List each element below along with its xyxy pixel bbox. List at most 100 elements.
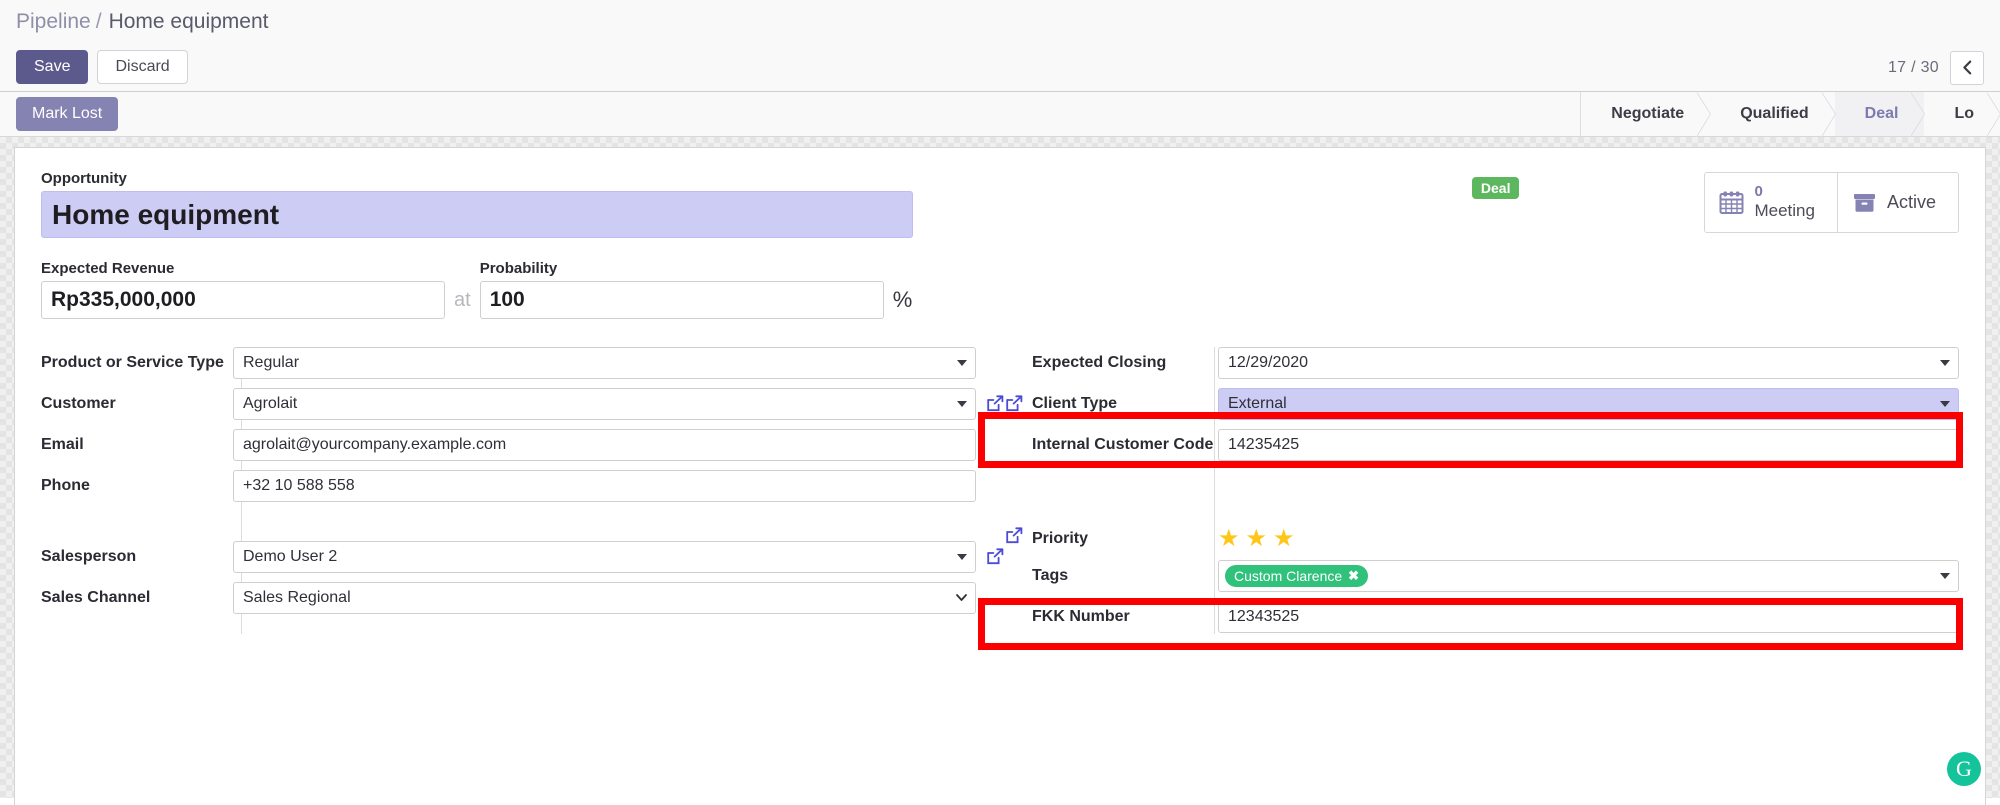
field-row-client-type: Client Type (1006, 388, 1959, 420)
discard-button[interactable]: Discard (97, 50, 188, 84)
at-conjunction: at (454, 289, 471, 311)
priority-external-link-icon[interactable] (1006, 527, 1023, 544)
field-row-phone: Phone (41, 470, 976, 502)
star-icon[interactable]: ★ (1218, 527, 1240, 551)
form-column-left: Product or Service Type Customer (41, 347, 1004, 642)
priority-control: ★ ★ ★ (1218, 523, 1959, 551)
email-input[interactable] (233, 429, 976, 461)
stage-label: Negotiate (1611, 105, 1685, 122)
breadcrumb-root-link[interactable]: Pipeline (16, 10, 91, 34)
product-type-select[interactable] (233, 347, 976, 379)
pager-count: 17 / 30 (1887, 58, 1939, 76)
field-row-salesperson: Salesperson (41, 541, 1004, 573)
stage-lost[interactable]: Lo (1924, 92, 2000, 137)
phone-input[interactable] (233, 470, 976, 502)
form-columns: Product or Service Type Customer (41, 347, 1959, 642)
internal-customer-code-input[interactable] (1218, 429, 1959, 461)
probability-label: Probability (479, 260, 558, 277)
tag-remove-icon[interactable]: ✖ (1348, 568, 1359, 584)
salesperson-label: Salesperson (41, 548, 137, 565)
save-button[interactable]: Save (16, 50, 89, 84)
fkk-number-input[interactable] (1218, 601, 1959, 633)
sales-channel-select[interactable] (233, 582, 976, 614)
tag-chip[interactable]: Custom Clarence ✖ (1225, 565, 1369, 587)
fkk-number-label: FKK Number (1032, 608, 1130, 625)
mark-lost-button[interactable]: Mark Lost (16, 97, 119, 131)
right-column-spacer (1018, 467, 1959, 523)
expected-revenue-label: Expected Revenue (41, 260, 175, 277)
customer-label: Customer (41, 395, 116, 412)
customer-select[interactable] (233, 388, 976, 420)
tags-input[interactable]: Custom Clarence ✖ (1218, 560, 1959, 592)
phone-label: Phone (41, 477, 90, 494)
breadcrumb-bar: Pipeline / Home equipment (0, 0, 2000, 43)
stage-label: Deal (1864, 105, 1899, 122)
pipeline-stage-bar: Negotiate Qualified Deal Lo (1580, 92, 2000, 137)
pager-previous-button[interactable] (1950, 50, 1984, 85)
stage-label: Qualified (1740, 105, 1809, 122)
field-row-sales-channel: Sales Channel (41, 582, 976, 614)
breadcrumb-current: Home equipment (108, 9, 269, 33)
field-row-tags: Tags Custom Clarence ✖ (1018, 560, 1959, 592)
tags-control: Custom Clarence ✖ (1218, 560, 1959, 592)
field-row-product-type: Product or Service Type (41, 347, 976, 379)
grammarly-icon[interactable]: G (1947, 752, 1981, 786)
star-icon[interactable]: ★ (1273, 527, 1295, 551)
fkk-number-control (1218, 601, 1959, 633)
status-badge: Deal (1471, 177, 1520, 199)
tag-chip-label: Custom Clarence (1234, 568, 1343, 584)
meeting-count: 0 (1754, 183, 1763, 200)
stage-qualified[interactable]: Qualified (1710, 92, 1837, 137)
client-type-label: Client Type (1032, 395, 1118, 412)
sheet-header-right: Deal 0 Meeting Active (1471, 170, 1959, 233)
star-icon[interactable]: ★ (1246, 527, 1268, 551)
customer-control (233, 388, 1004, 420)
expected-closing-input[interactable] (1218, 347, 1959, 379)
revenue-row: Expected Revenue at Probability % (41, 260, 1959, 319)
opportunity-title-group: Opportunity (41, 170, 913, 238)
percent-symbol: % (892, 287, 913, 312)
status-bar: Mark Lost Negotiate Qualified Deal Lo (0, 92, 2000, 137)
control-panel: Save Discard 17 / 30 (0, 43, 2000, 92)
archive-box-icon (1852, 190, 1877, 215)
email-control (233, 429, 976, 461)
stat-button-group: 0 Meeting Active (1704, 172, 1959, 233)
internal-customer-code-label: Internal Customer Code (1032, 436, 1214, 453)
stat-button-meeting-text: 0 Meeting (1754, 183, 1814, 222)
internal-customer-code-control (1218, 429, 1959, 461)
probability-input[interactable] (479, 281, 884, 319)
stat-button-active[interactable]: Active (1836, 173, 1958, 232)
expected-closing-control (1218, 347, 1959, 379)
form-column-right: Expected Closing Client Type (1000, 347, 1959, 642)
field-row-internal-customer-code: Internal Customer Code (1018, 429, 1959, 461)
field-row-customer: Customer (41, 388, 1004, 420)
client-type-external-link-icon[interactable] (1006, 395, 1023, 412)
tags-label: Tags (1032, 567, 1069, 584)
opportunity-label: Opportunity (41, 170, 127, 187)
email-label: Email (41, 436, 84, 453)
stage-negotiate[interactable]: Negotiate (1581, 92, 1712, 137)
field-row-priority: Priority ★ ★ ★ (1006, 523, 1959, 551)
expected-revenue-group: Expected Revenue (41, 260, 445, 319)
phone-control (233, 470, 976, 502)
expected-revenue-input[interactable] (41, 281, 445, 319)
sales-channel-control (233, 582, 976, 614)
meeting-label: Meeting (1754, 201, 1815, 221)
stage-deal[interactable]: Deal (1834, 92, 1926, 137)
breadcrumb-separator: / (95, 9, 102, 33)
field-row-email: Email (41, 429, 976, 461)
field-row-fkk-number: FKK Number (1018, 601, 1959, 633)
stat-button-meeting[interactable]: 0 Meeting (1705, 173, 1837, 232)
salesperson-select[interactable] (233, 541, 976, 573)
left-column-spacer (41, 511, 976, 541)
product-type-control (233, 347, 976, 379)
priority-stars[interactable]: ★ ★ ★ (1218, 523, 1959, 551)
stage-label: Lo (1954, 105, 1974, 122)
form-sheet-background: Opportunity Deal (0, 137, 2000, 805)
client-type-select[interactable] (1218, 388, 1959, 420)
chevron-left-icon (1962, 60, 1973, 75)
opportunity-name-input[interactable] (41, 191, 913, 238)
field-row-expected-closing: Expected Closing (1018, 347, 1959, 379)
sales-channel-label: Sales Channel (41, 589, 151, 606)
salesperson-control (233, 541, 1004, 573)
